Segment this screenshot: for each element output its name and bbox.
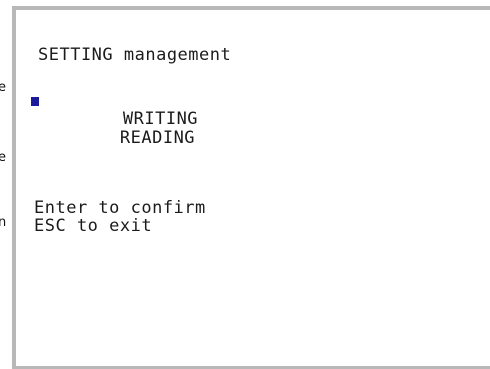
- lcd-screen: SETTING management WRITING READING Enter…: [12, 6, 490, 369]
- adjacent-window-text: e: [0, 150, 6, 165]
- menu-screen: SETTING management WRITING READING Enter…: [16, 10, 490, 366]
- screen-title: SETTING management: [38, 45, 232, 65]
- hint-confirm: Enter to confirm: [34, 198, 206, 218]
- menu-item-reading[interactable]: READING: [34, 111, 195, 165]
- adjacent-window-text: n: [0, 215, 6, 230]
- page: e e n SETTING management WRITING READING…: [0, 0, 490, 369]
- menu-item-label: READING: [119, 128, 196, 148]
- adjacent-window-text: e: [0, 80, 6, 95]
- hint-exit: ESC to exit: [34, 216, 153, 236]
